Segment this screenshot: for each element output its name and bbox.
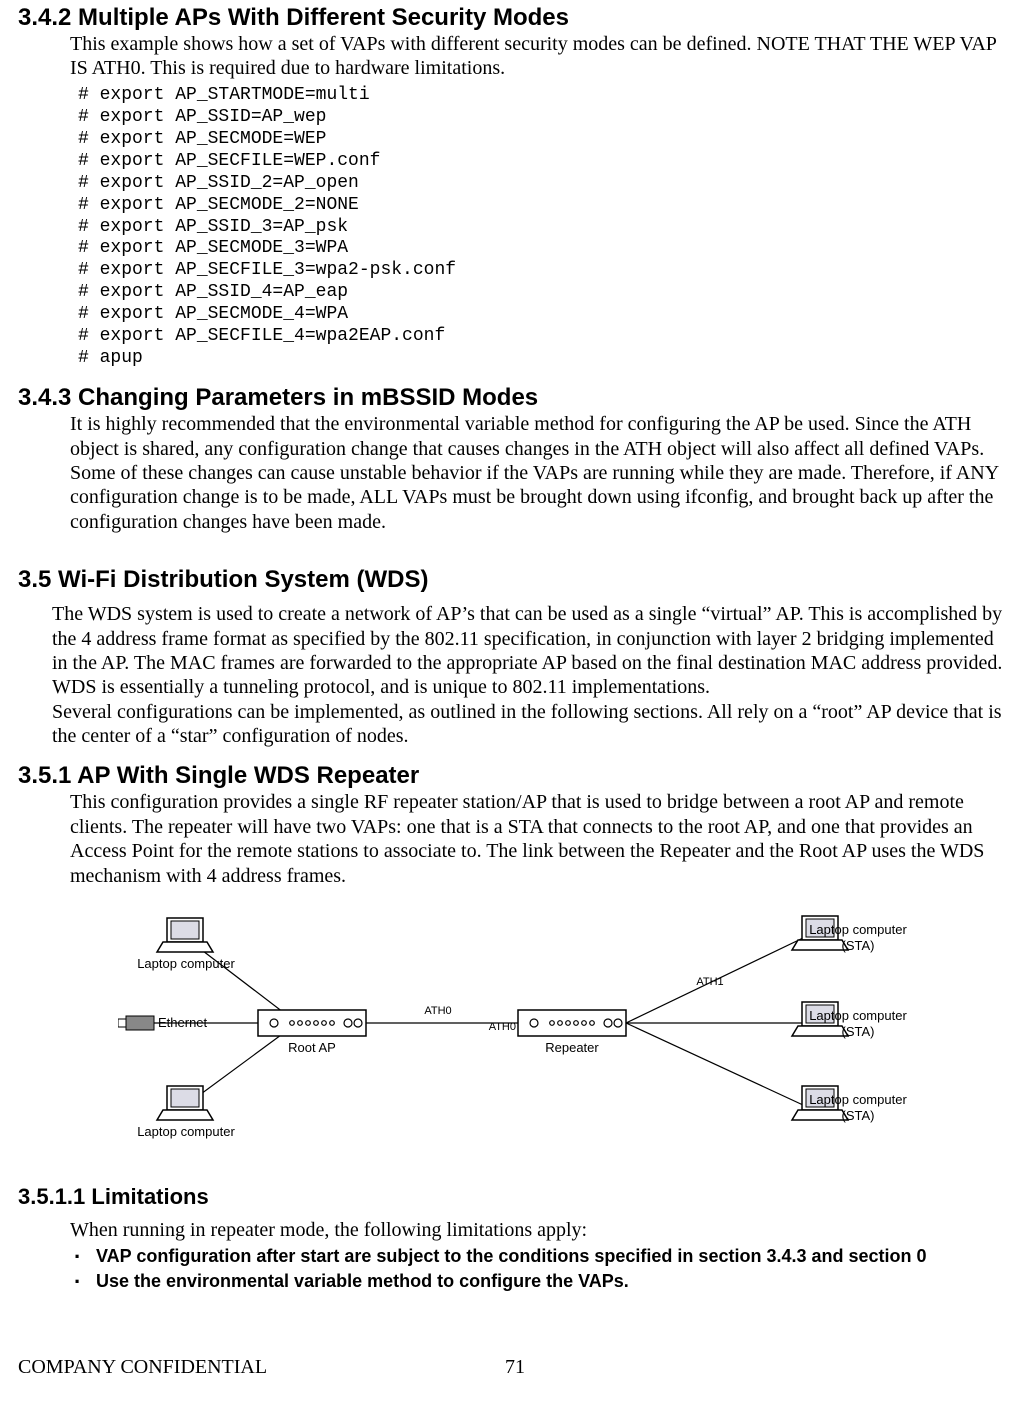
diagram-label-ath1: ATH1	[696, 976, 723, 988]
paragraph-3-4-2: This example shows how a set of VAPs wit…	[70, 32, 1014, 81]
footer-confidential: COMPANY CONFIDENTIAL	[18, 1356, 267, 1378]
heading-3-5-1-1: 3.5.1.1 Limitations	[18, 1184, 1014, 1210]
heading-3-5: 3.5 Wi-Fi Distribution System (WDS)	[18, 566, 1014, 594]
diagram-label-ath0-left: ATH0	[424, 1005, 451, 1017]
diagram-label-repeater: Repeater	[545, 1040, 599, 1055]
diagram-label-laptop-bl: Laptop computer	[137, 1124, 235, 1139]
code-block-3-4-2: # export AP_STARTMODE=multi # export AP_…	[78, 85, 1014, 370]
heading-3-4-2: 3.4.2 Multiple APs With Different Securi…	[18, 4, 1014, 32]
paragraph-3-5-1: This configuration provides a single RF …	[70, 790, 1014, 888]
diagram-label-laptop-tl: Laptop computer	[137, 956, 235, 971]
diagram-label-sta1: Laptop computer	[809, 922, 907, 937]
wds-diagram: Laptop computer Laptop computer Ethernet…	[118, 910, 1014, 1140]
diagram-label-sta2: Laptop computer	[809, 1008, 907, 1023]
footer-page-number: 71	[505, 1356, 525, 1379]
page-footer: COMPANY CONFIDENTIAL 71	[18, 1356, 1012, 1379]
diagram-label-sta2-sub: (STA)	[842, 1024, 875, 1039]
diagram-label-sta1-sub: (STA)	[842, 938, 875, 953]
paragraph-3-5-a: The WDS system is used to create a netwo…	[52, 602, 1014, 700]
heading-3-4-3: 3.4.3 Changing Parameters in mBSSID Mode…	[18, 384, 1014, 412]
diagram-label-ath0-right: ATH0	[489, 1021, 516, 1033]
diagram-label-sta3: Laptop computer	[809, 1092, 907, 1107]
diagram-label-ethernet: Ethernet	[158, 1015, 208, 1030]
diagram-label-root-ap: Root AP	[288, 1040, 336, 1055]
paragraph-3-4-3: It is highly recommended that the enviro…	[70, 412, 1014, 534]
paragraph-3-5-1-1-intro: When running in repeater mode, the follo…	[70, 1218, 1014, 1242]
limitation-item: Use the environmental variable method to…	[70, 1269, 1014, 1293]
limitations-list: VAP configuration after start are subjec…	[70, 1244, 1014, 1293]
heading-3-5-1: 3.5.1 AP With Single WDS Repeater	[18, 762, 1014, 790]
paragraph-3-5-b: Several configurations can be implemente…	[52, 700, 1014, 749]
document-page: 3.4.2 Multiple APs With Different Securi…	[0, 4, 1030, 1403]
diagram-label-sta3-sub: (STA)	[842, 1108, 875, 1123]
limitation-item: VAP configuration after start are subjec…	[70, 1244, 1014, 1268]
